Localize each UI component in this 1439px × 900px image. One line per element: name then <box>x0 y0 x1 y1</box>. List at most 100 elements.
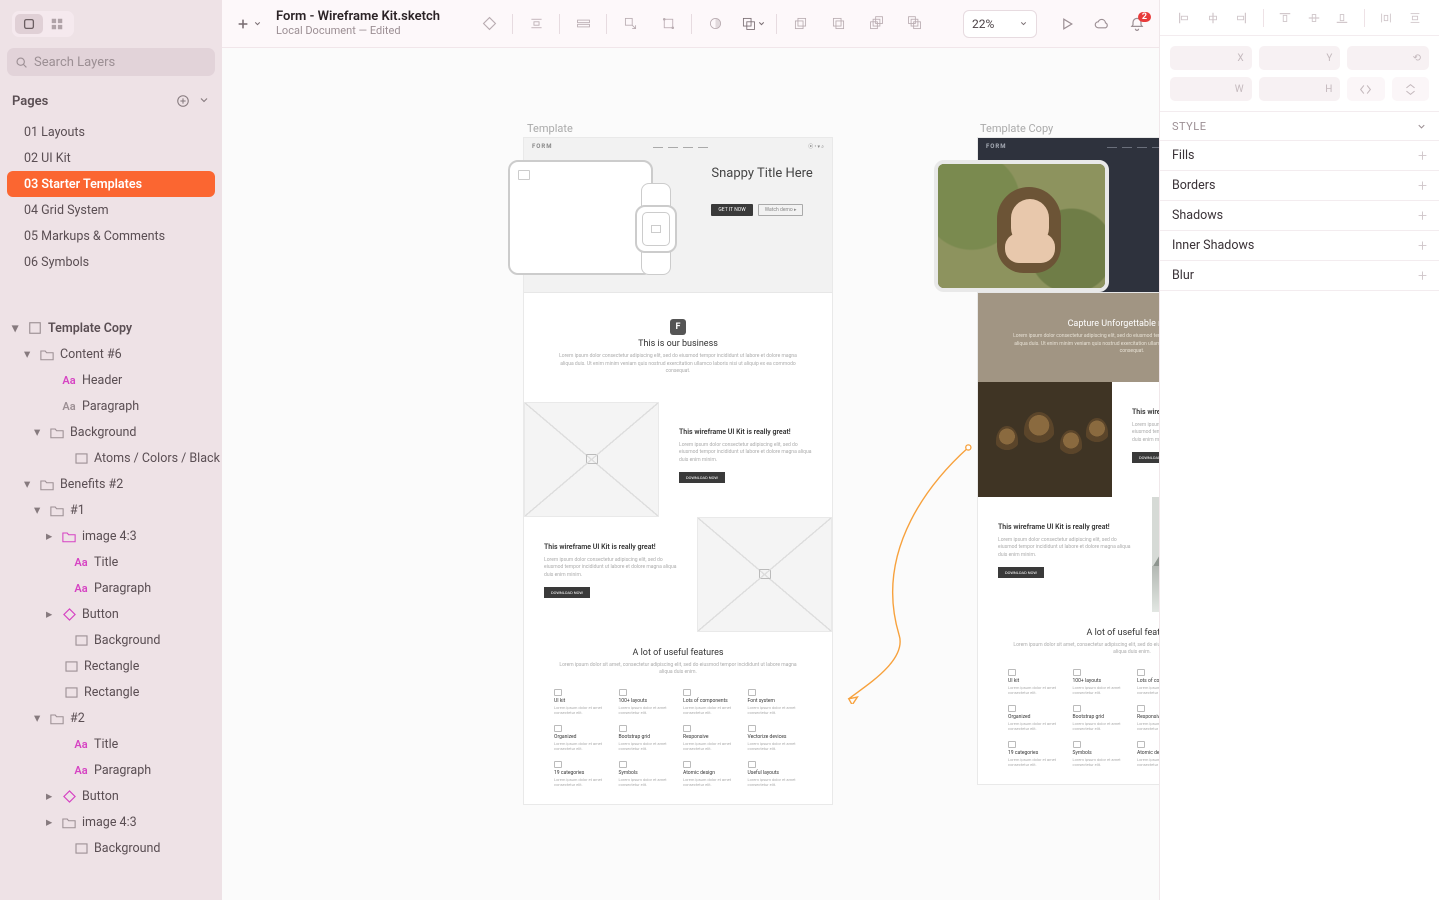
rotate-input[interactable]: ⟲ <box>1347 46 1429 70</box>
layer-item[interactable]: ▾Benefits #2 <box>0 471 222 497</box>
inspector: X Y ⟲ W H STYLE Fills+Borders+Shadows+In… <box>1159 0 1439 900</box>
style-prop-blur[interactable]: Blur+ <box>1160 261 1439 291</box>
layer-item[interactable]: ▸image 4:3 <box>0 523 222 549</box>
page-item[interactable]: 05 Markups & Comments <box>0 223 222 249</box>
main: Form - Wireframe Kit.sketch Local Docume… <box>222 0 1159 900</box>
layer-item[interactable]: ▾Background <box>0 419 222 445</box>
mountain-image <box>1152 497 1159 612</box>
layer-item[interactable]: ▾#1 <box>0 497 222 523</box>
back-button[interactable] <box>896 9 932 39</box>
style-prop-fills[interactable]: Fills+ <box>1160 141 1439 171</box>
dimensions-grid: X Y ⟲ W H <box>1160 36 1439 111</box>
align-vcenter-icon[interactable] <box>1307 11 1321 25</box>
page-item[interactable]: 02 UI Kit <box>0 145 222 171</box>
width-input[interactable]: W <box>1170 77 1252 101</box>
layer-item[interactable]: Background <box>0 627 222 653</box>
align-row <box>1160 0 1439 36</box>
notifications-button[interactable]: 2 <box>1129 16 1145 32</box>
zoom-select[interactable]: 22% <box>963 10 1037 38</box>
chevron-down-icon[interactable] <box>1416 121 1427 132</box>
layer-item[interactable]: ▾#2 <box>0 705 222 731</box>
pos-x-input[interactable]: X <box>1170 46 1252 70</box>
layer-item[interactable]: Rectangle <box>0 653 222 679</box>
layers-list: ▾Template Copy▾Content #6AaHeaderAaParag… <box>0 275 222 900</box>
page-item[interactable]: 04 Grid System <box>0 197 222 223</box>
mask-button[interactable] <box>697 9 733 39</box>
layer-item[interactable]: ▸image 4:3 <box>0 809 222 835</box>
create-symbol-button[interactable] <box>471 9 507 39</box>
page-item[interactable]: 03 Starter Templates <box>7 171 215 197</box>
layer-item[interactable]: ▾Template Copy <box>0 315 222 341</box>
pages-label: Pages <box>12 94 48 109</box>
style-header: STYLE <box>1160 111 1439 141</box>
pos-y-input[interactable]: Y <box>1259 46 1341 70</box>
document-title: Form - Wireframe Kit.sketch <box>276 10 440 25</box>
backward-button[interactable] <box>820 9 856 39</box>
edit-button[interactable] <box>650 9 686 39</box>
layer-item[interactable]: Atoms / Colors / Black <box>0 445 222 471</box>
artboard-label[interactable]: Template <box>527 122 573 135</box>
flip-v-button[interactable] <box>1392 77 1429 101</box>
add-page-icon[interactable] <box>176 94 190 108</box>
style-label: STYLE <box>1172 120 1206 133</box>
notif-badge: 2 <box>1138 12 1151 22</box>
add-icon[interactable]: + <box>1418 236 1427 255</box>
page-item[interactable]: 06 Symbols <box>0 249 222 275</box>
height-input[interactable]: H <box>1259 77 1341 101</box>
document-subtitle: Local Document — Edited <box>276 25 440 38</box>
insert-button[interactable] <box>236 17 262 31</box>
add-icon[interactable]: + <box>1418 176 1427 195</box>
layer-item[interactable]: AaTitle <box>0 731 222 757</box>
view-layers-button[interactable] <box>15 14 43 34</box>
cloud-button[interactable] <box>1093 15 1111 33</box>
collapse-pages-icon[interactable] <box>198 94 210 108</box>
layer-item[interactable]: Background <box>0 835 222 861</box>
front-button[interactable] <box>858 9 894 39</box>
distribute-v-icon[interactable] <box>1408 11 1422 25</box>
chevron-down-icon <box>1019 19 1028 28</box>
align-top-icon[interactable] <box>1278 11 1292 25</box>
pages-header: Pages <box>0 83 222 119</box>
align-hcenter-icon[interactable] <box>1206 11 1220 25</box>
style-prop-shadows[interactable]: Shadows+ <box>1160 201 1439 231</box>
add-icon[interactable]: + <box>1418 206 1427 225</box>
layer-item[interactable]: AaTitle <box>0 549 222 575</box>
topbar: Form - Wireframe Kit.sketch Local Docume… <box>222 0 1159 48</box>
pages-list: 01 Layouts02 UI Kit03 Starter Templates0… <box>0 119 222 275</box>
align-bottom-icon[interactable] <box>1335 11 1349 25</box>
boolean-button[interactable] <box>735 9 771 39</box>
view-components-button[interactable] <box>43 14 71 34</box>
distribute-h-icon[interactable] <box>1379 11 1393 25</box>
artboard-label[interactable]: Template Copy <box>980 122 1053 135</box>
distribute-button[interactable] <box>518 9 554 39</box>
layer-item[interactable]: AaParagraph <box>0 393 222 419</box>
layer-item[interactable]: AaParagraph <box>0 575 222 601</box>
layer-item[interactable]: AaHeader <box>0 367 222 393</box>
tidy-button[interactable] <box>565 9 601 39</box>
layer-item[interactable]: ▾Content #6 <box>0 341 222 367</box>
forward-button[interactable] <box>782 9 818 39</box>
add-icon[interactable]: + <box>1418 146 1427 165</box>
sidebar-top <box>0 0 222 48</box>
style-prop-borders[interactable]: Borders+ <box>1160 171 1439 201</box>
toolbar-center <box>454 9 949 39</box>
preview-button[interactable] <box>1059 16 1075 32</box>
search-input[interactable] <box>34 55 207 70</box>
layer-item[interactable]: ▸Button <box>0 601 222 627</box>
layer-item[interactable]: ▸Button <box>0 783 222 809</box>
align-left-icon[interactable] <box>1177 11 1191 25</box>
search-layers[interactable] <box>7 48 215 76</box>
artboard-template-copy[interactable]: FORM⦿ • ▾ ⌕ Quality videos for your outd… <box>978 138 1159 784</box>
add-icon[interactable]: + <box>1418 266 1427 285</box>
annotation-arrow <box>828 444 983 704</box>
flip-h-button[interactable] <box>1347 77 1384 101</box>
scale-button[interactable] <box>612 9 648 39</box>
style-prop-inner-shadows[interactable]: Inner Shadows+ <box>1160 231 1439 261</box>
page-item[interactable]: 01 Layouts <box>0 119 222 145</box>
document-title-block: Form - Wireframe Kit.sketch Local Docume… <box>276 10 440 38</box>
layer-item[interactable]: Rectangle <box>0 679 222 705</box>
canvas[interactable]: Template Template Copy FORM⦿ • ▾ ⌕ Snapp… <box>222 48 1159 900</box>
layer-item[interactable]: AaParagraph <box>0 757 222 783</box>
align-right-icon[interactable] <box>1234 11 1248 25</box>
artboard-template[interactable]: FORM⦿ • ▾ ⌕ Snappy Title Here GET IT NOW… <box>524 138 832 804</box>
